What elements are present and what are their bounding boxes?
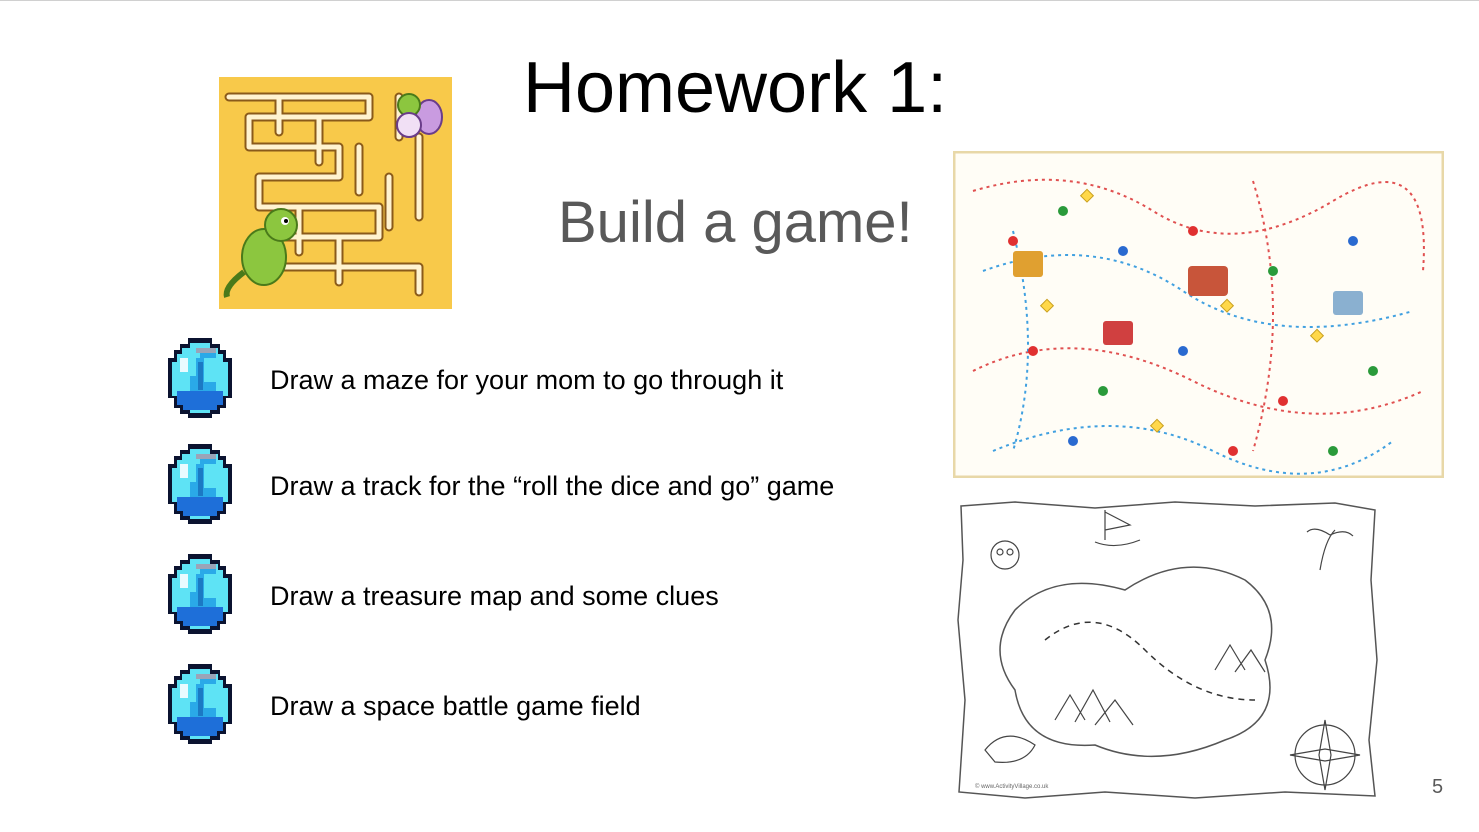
svg-text:© www.ActivityVillage.co.uk: © www.ActivityVillage.co.uk (975, 783, 1049, 790)
slide-title: Homework 1: (523, 48, 948, 128)
potion-icon (168, 664, 232, 744)
item-label: Draw a maze for your mom to go through i… (270, 365, 784, 395)
potion-icon (168, 554, 232, 634)
list-item: Draw a treasure map and some clues (160, 552, 920, 636)
maze-dinosaur-image (219, 77, 452, 309)
list-item: Draw a maze for your mom to go through i… (160, 336, 920, 420)
item-label: Draw a treasure map and some clues (270, 581, 719, 611)
potion-icon (168, 444, 232, 524)
list-item: Draw a space battle game field (160, 662, 920, 746)
potion-icon (168, 338, 232, 418)
board-game-image (952, 150, 1445, 479)
top-border (0, 0, 1479, 1)
item-label: Draw a track for the “roll the dice and … (270, 471, 835, 501)
slide-number: 5 (1432, 776, 1444, 798)
list-item: Draw a track for the “roll the dice and … (160, 442, 920, 526)
slide-subtitle: Build a game! (558, 190, 913, 255)
item-label: Draw a space battle game field (270, 691, 641, 721)
treasure-map-image: © www.ActivityVillage.co.uk (955, 500, 1381, 800)
